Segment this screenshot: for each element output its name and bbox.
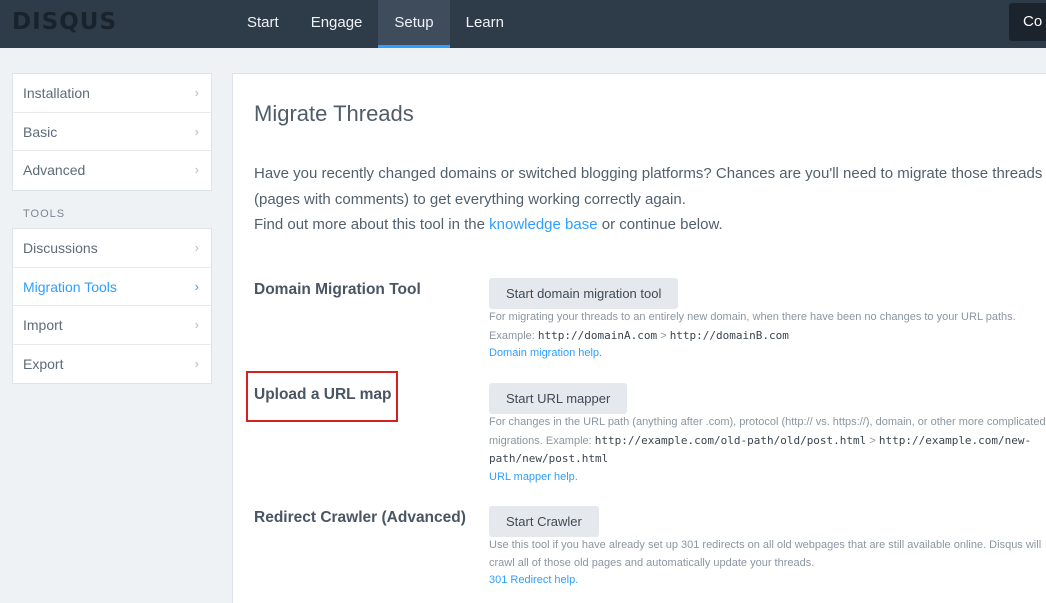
nav-setup[interactable]: Setup	[378, 0, 450, 48]
sidebar-item-label: Basic	[23, 123, 58, 140]
disqus-logo[interactable]: DISQUS	[12, 9, 117, 35]
knowledge-base-link[interactable]: knowledge base	[489, 216, 597, 233]
chevron-right-icon: ›	[194, 355, 199, 371]
domain-migration-help-link[interactable]: Domain migration help.	[489, 347, 602, 359]
sidebar-setup-group: Installation › Basic › Advanced ›	[12, 73, 212, 191]
nav-learn[interactable]: Learn	[450, 0, 520, 48]
sidebar-item-advanced[interactable]: Advanced ›	[13, 151, 211, 190]
intro-paragraph: Have you recently changed domains or swi…	[254, 165, 1043, 208]
tool-description: Use this tool if you have already set up…	[489, 539, 1042, 569]
sidebar-item-label: Import	[23, 317, 63, 333]
chevron-right-icon: ›	[194, 162, 199, 177]
code-button[interactable]: Co	[1009, 3, 1046, 41]
redirect-crawler-description: Use this tool if you have already set up…	[489, 537, 1046, 590]
redirect-crawler-title: Redirect Crawler (Advanced)	[254, 509, 466, 526]
sidebar-item-discussions[interactable]: Discussions ›	[13, 229, 211, 268]
sidebar-item-basic[interactable]: Basic ›	[13, 113, 211, 151]
domain-migration-title: Domain Migration Tool	[254, 281, 421, 298]
chevron-right-icon: ›	[194, 123, 199, 139]
intro-text: Have you recently changed domains or swi…	[254, 161, 1044, 238]
chevron-right-icon: ›	[194, 317, 199, 332]
sidebar-item-migration-tools[interactable]: Migration Tools ›	[13, 268, 211, 306]
domain-migration-description: For migrating your threads to an entirel…	[489, 309, 1046, 363]
intro-more-suffix: or continue below.	[597, 216, 723, 233]
page-title: Migrate Threads	[254, 101, 414, 126]
sidebar-item-installation[interactable]: Installation ›	[13, 74, 211, 113]
main-panel: Migrate Threads Have you recently change…	[232, 73, 1046, 603]
sidebar-section-tools-label: TOOLS	[23, 208, 66, 220]
example-label: Example:	[542, 434, 595, 447]
chevron-right-icon: ›	[194, 278, 199, 294]
main-nav: Start Engage Setup Learn	[231, 0, 520, 48]
tool-description: For migrating your threads to an entirel…	[489, 311, 1016, 323]
sidebar-item-label: Advanced	[23, 162, 86, 178]
url-map-title: Upload a URL map	[254, 386, 392, 403]
example-from-url: http://domainA.com	[537, 328, 658, 342]
example-label: Example:	[489, 329, 538, 342]
nav-start[interactable]: Start	[231, 0, 295, 48]
start-url-mapper-button[interactable]: Start URL mapper	[489, 383, 628, 414]
nav-engage[interactable]: Engage	[295, 0, 379, 48]
chevron-right-icon: ›	[194, 240, 199, 255]
sidebar-item-label: Installation	[23, 85, 90, 101]
sidebar-item-label: Export	[23, 355, 64, 372]
intro-more-prefix: Find out more about this tool in the	[254, 216, 490, 233]
top-navbar: DISQUS Start Engage Setup Learn Co	[0, 0, 1046, 48]
example-to-url: http://domainB.com	[669, 328, 789, 342]
example-separator: >	[866, 434, 879, 447]
url-mapper-description: For changes in the URL path (anything af…	[489, 414, 1046, 486]
start-crawler-button[interactable]: Start Crawler	[489, 506, 599, 537]
sidebar-item-label: Migration Tools	[23, 278, 117, 295]
sidebar-item-export[interactable]: Export ›	[13, 345, 211, 384]
example-from-url: http://example.com/old-path/old/post.htm…	[594, 433, 867, 447]
chevron-right-icon: ›	[194, 85, 199, 100]
sidebar-item-label: Discussions	[23, 240, 98, 256]
url-mapper-help-link[interactable]: URL mapper help.	[489, 471, 578, 483]
redirect-help-link[interactable]: 301 Redirect help.	[489, 574, 578, 586]
start-domain-migration-button[interactable]: Start domain migration tool	[489, 278, 679, 309]
sidebar-item-import[interactable]: Import ›	[13, 306, 211, 345]
example-separator: >	[657, 329, 670, 342]
sidebar-tools-group: Discussions › Migration Tools › Import ›…	[12, 228, 212, 384]
